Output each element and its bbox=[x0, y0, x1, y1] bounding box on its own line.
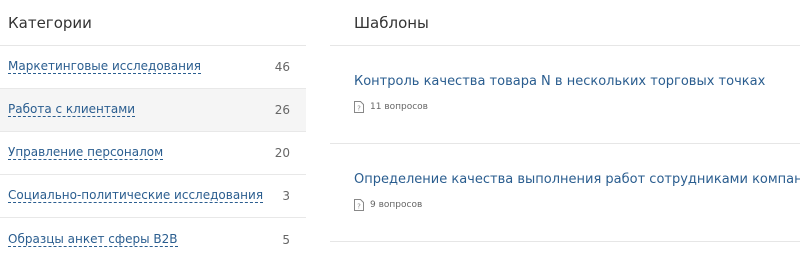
template-link[interactable]: Определение качества выполнения работ со… bbox=[354, 172, 800, 187]
category-row[interactable]: Маркетинговые исследования 46 bbox=[0, 46, 306, 89]
category-link[interactable]: Работа с клиентами bbox=[8, 103, 136, 117]
template-item: Определение качества выполнения работ со… bbox=[330, 144, 800, 242]
categories-panel: Категории Маркетинговые исследования 46 … bbox=[0, 0, 306, 255]
category-count: 3 bbox=[282, 189, 290, 203]
category-count: 46 bbox=[274, 60, 290, 74]
document-icon: ? bbox=[354, 101, 364, 113]
category-link[interactable]: Образцы анкет сферы B2B bbox=[8, 232, 178, 247]
template-meta: ? 9 вопросов bbox=[354, 199, 800, 211]
category-link[interactable]: Социально-политические исследования bbox=[8, 189, 264, 203]
templates-title: Шаблоны bbox=[330, 0, 800, 46]
survey-catalog: Категории Маркетинговые исследования 46 … bbox=[0, 0, 800, 255]
question-count: 9 вопросов bbox=[370, 200, 423, 210]
categories-title: Категории bbox=[0, 0, 306, 46]
svg-text:?: ? bbox=[357, 203, 361, 211]
category-count: 5 bbox=[282, 232, 290, 247]
templates-panel: Шаблоны Контроль качества товара N в нес… bbox=[330, 0, 800, 255]
category-row[interactable]: Социально-политические исследования 3 bbox=[0, 175, 306, 218]
template-meta: ? 11 вопросов bbox=[354, 101, 800, 113]
category-count: 26 bbox=[274, 103, 290, 117]
question-count: 11 вопросов bbox=[370, 102, 428, 112]
category-link[interactable]: Управление персоналом bbox=[8, 146, 164, 160]
svg-text:?: ? bbox=[357, 105, 361, 113]
template-link[interactable]: Контроль качества товара N в нескольких … bbox=[354, 74, 800, 89]
category-row[interactable]: Образцы анкет сферы B2B 5 bbox=[0, 218, 306, 255]
document-icon: ? bbox=[354, 199, 364, 211]
category-link[interactable]: Маркетинговые исследования bbox=[8, 60, 201, 74]
category-row-active[interactable]: Работа с клиентами 26 bbox=[0, 89, 306, 132]
template-item: Контроль качества товара N в нескольких … bbox=[330, 46, 800, 144]
category-row[interactable]: Управление персоналом 20 bbox=[0, 132, 306, 175]
category-count: 20 bbox=[274, 146, 290, 160]
